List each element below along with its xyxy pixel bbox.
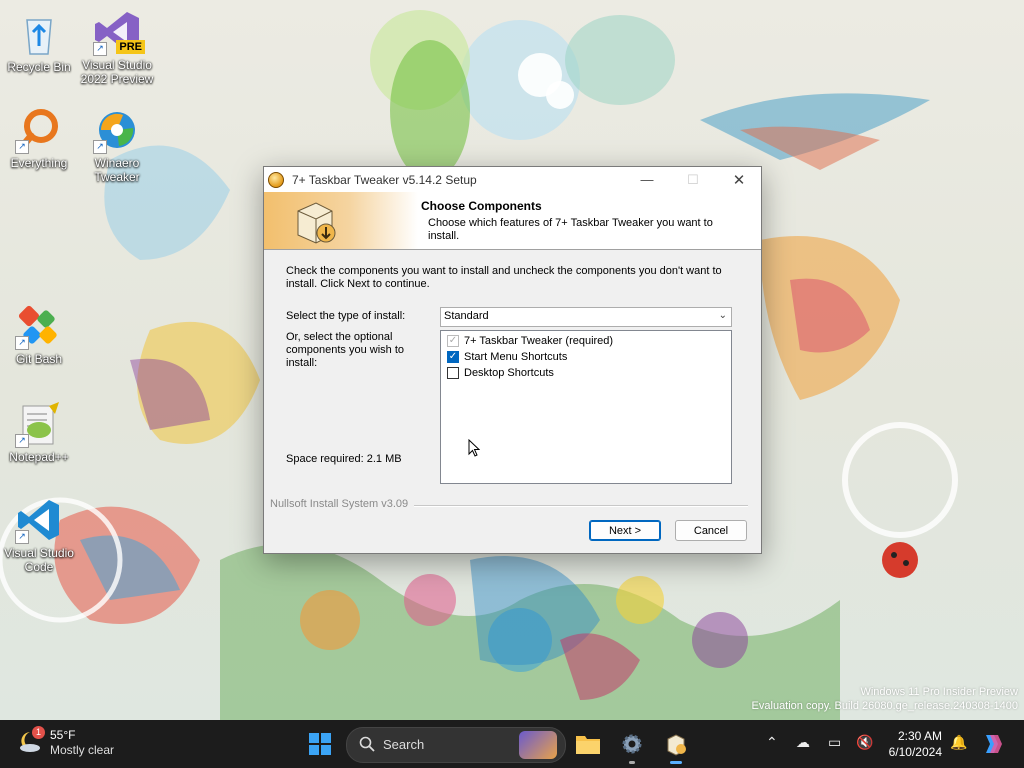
component-label: 7+ Taskbar Tweaker (required) xyxy=(464,335,614,347)
close-button[interactable]: ✕ xyxy=(716,167,762,192)
desktop-icon-visual-studio-preview[interactable]: PRE ↗ Visual Studio 2022 Preview xyxy=(79,8,155,86)
taskbar-setup-app[interactable] xyxy=(660,728,692,764)
shortcut-arrow-icon: ↗ xyxy=(93,140,107,154)
show-hidden-icons-button[interactable]: ⌃ xyxy=(766,734,778,751)
network-icon[interactable]: ▭ xyxy=(828,734,841,751)
component-item-start-menu[interactable]: ✓ Start Menu Shortcuts xyxy=(447,350,567,364)
gear-icon xyxy=(622,734,642,754)
folder-icon xyxy=(576,736,600,754)
weather-temp: 55°F xyxy=(50,728,76,742)
weather-moon-icon: 1 xyxy=(18,726,45,754)
copilot-button[interactable] xyxy=(976,728,1008,760)
components-list[interactable]: ✓ 7+ Taskbar Tweaker (required) ✓ Start … xyxy=(440,330,732,484)
notepad-plus-plus-icon: ↗ xyxy=(15,400,63,448)
space-required-text: Space required: 2.1 MB xyxy=(286,453,402,465)
desktop-icon-label: Everything xyxy=(10,156,68,170)
chevron-down-icon: ⌄ xyxy=(718,310,727,321)
watermark-line-2: Evaluation copy. Build 26080.ge_release.… xyxy=(751,700,1018,712)
taskbar-clock[interactable]: 2:30 AM 6/10/2024 xyxy=(880,728,942,760)
dialog-titlebar[interactable]: 7+ Taskbar Tweaker v5.14.2 Setup — ☐ ✕ xyxy=(264,167,761,192)
shortcut-arrow-icon: ↗ xyxy=(15,140,29,154)
weather-alert-badge: 1 xyxy=(32,726,45,739)
checkbox-required: ✓ xyxy=(447,335,459,347)
cancel-button[interactable]: Cancel xyxy=(675,520,747,541)
windows-logo-icon xyxy=(309,733,331,755)
setup-dialog: 7+ Taskbar Tweaker v5.14.2 Setup — ☐ ✕ C… xyxy=(263,166,762,554)
desktop-icon-everything[interactable]: ↗ Everything xyxy=(1,106,77,170)
header-title: Choose Components xyxy=(421,199,542,213)
setup-app-icon xyxy=(268,171,284,188)
checkbox-start-menu[interactable]: ✓ xyxy=(447,351,459,363)
notification-bell-icon[interactable]: 🔔 xyxy=(950,734,967,751)
copilot-icon xyxy=(986,735,1002,753)
volume-muted-icon[interactable]: 🔇 xyxy=(856,734,873,751)
close-icon: ✕ xyxy=(732,171,746,189)
header-banner xyxy=(264,192,418,249)
installer-icon xyxy=(667,734,686,756)
weather-widget[interactable]: 1 55°F Mostly clear xyxy=(18,726,115,758)
intro-text: Check the components you want to install… xyxy=(286,265,722,290)
shortcut-arrow-icon: ↗ xyxy=(15,434,29,448)
installer-box-icon xyxy=(292,197,340,245)
watermark-line-1: Windows 11 Pro Insider Preview xyxy=(860,686,1018,698)
search-highlight-icon xyxy=(519,731,557,759)
weather-description: Mostly clear xyxy=(50,743,115,757)
desktop-icon-label: Recycle Bin xyxy=(7,60,71,74)
taskbar-search-box[interactable]: Search xyxy=(346,727,566,763)
desktop-icon-label: Git Bash xyxy=(15,352,63,366)
component-label: Start Menu Shortcuts xyxy=(464,351,568,363)
onedrive-icon[interactable]: ☁ xyxy=(796,734,810,751)
dialog-header: Choose Components Choose which features … xyxy=(264,192,761,250)
desktop-icon-recycle-bin[interactable]: Recycle Bin xyxy=(1,10,77,74)
shortcut-arrow-icon: ↗ xyxy=(93,42,107,56)
vscode-icon: ↗ xyxy=(15,496,63,544)
shortcut-arrow-icon: ↗ xyxy=(15,530,29,544)
visual-studio-icon: PRE ↗ xyxy=(93,8,145,56)
shortcut-arrow-icon: ↗ xyxy=(15,336,29,350)
git-bash-icon: ↗ xyxy=(15,302,63,350)
mouse-cursor-icon xyxy=(468,439,480,457)
recycle-bin-icon xyxy=(15,10,63,58)
desktop-icon-label: Winaero Tweaker xyxy=(94,156,140,184)
preview-badge: PRE xyxy=(116,40,145,54)
winaero-tweaker-icon: ↗ xyxy=(93,106,141,154)
header-subtitle: Choose which features of 7+ Taskbar Twea… xyxy=(428,217,713,242)
component-item-desktop[interactable]: Desktop Shortcuts xyxy=(447,366,554,380)
install-type-select[interactable]: Standard ⌄ xyxy=(440,307,732,327)
maximize-icon: ☐ xyxy=(687,171,699,187)
active-indicator xyxy=(670,761,682,764)
desktop-icon-vscode[interactable]: ↗ Visual Studio Code xyxy=(1,496,77,574)
running-indicator xyxy=(629,761,635,764)
component-item-required: ✓ 7+ Taskbar Tweaker (required) xyxy=(447,334,613,348)
install-type-value: Standard xyxy=(444,310,489,322)
footer-separator xyxy=(414,505,748,507)
taskbar: 1 55°F Mostly clear Search ⌃ ☁ ▭ 🔇 2:30 … xyxy=(0,720,1024,768)
minimize-icon: — xyxy=(640,172,654,187)
minimize-button[interactable]: — xyxy=(624,167,670,192)
optional-components-label: Or, select the optional components you w… xyxy=(286,331,405,369)
install-type-label: Select the type of install: xyxy=(286,310,406,322)
chevron-up-icon: ⌃ xyxy=(766,734,778,750)
desktop-icon-label: Visual Studio Code xyxy=(4,546,74,574)
dialog-title: 7+ Taskbar Tweaker v5.14.2 Setup xyxy=(292,172,477,187)
everything-search-icon: ↗ xyxy=(15,106,63,154)
taskbar-file-explorer[interactable] xyxy=(572,728,604,760)
clock-time: 2:30 AM xyxy=(897,729,942,743)
desktop-icon-label: Notepad++ xyxy=(9,450,69,464)
desktop-icon-label: Visual Studio 2022 Preview xyxy=(80,58,154,86)
next-button[interactable]: Next > xyxy=(589,520,661,541)
search-placeholder: Search xyxy=(383,737,425,752)
clock-date: 6/10/2024 xyxy=(888,745,942,759)
start-button[interactable] xyxy=(304,728,336,760)
desktop-icon-notepad-plus-plus[interactable]: ↗ Notepad++ xyxy=(1,400,77,464)
search-icon xyxy=(359,736,375,752)
taskbar-settings[interactable] xyxy=(616,728,648,764)
maximize-button: ☐ xyxy=(670,167,716,192)
desktop-icon-git-bash[interactable]: ↗ Git Bash xyxy=(1,302,77,366)
checkbox-desktop[interactable] xyxy=(447,367,459,379)
nsis-branding: Nullsoft Install System v3.09 xyxy=(270,498,409,510)
desktop-icon-winaero-tweaker[interactable]: ↗ Winaero Tweaker xyxy=(79,106,155,184)
component-label: Desktop Shortcuts xyxy=(464,367,554,379)
